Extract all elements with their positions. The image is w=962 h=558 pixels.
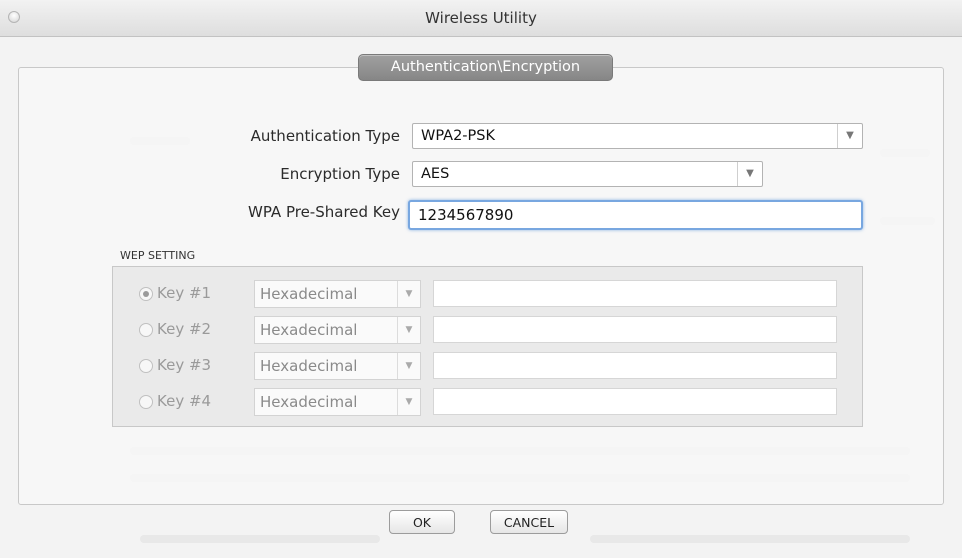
- enc-type-select[interactable]: AES ▼: [412, 161, 763, 187]
- background-ghost: [590, 535, 910, 543]
- enc-type-label: Encryption Type: [280, 165, 400, 183]
- psk-input[interactable]: [408, 200, 863, 230]
- key4-format-select[interactable]: Hexadecimal ▼: [254, 388, 421, 416]
- key3-radio[interactable]: [139, 359, 153, 373]
- key4-label: Key #4: [157, 392, 212, 410]
- auth-type-select[interactable]: WPA2-PSK ▼: [412, 123, 863, 149]
- key1-label: Key #1: [157, 284, 212, 302]
- auth-type-value: WPA2-PSK: [421, 128, 495, 144]
- key3-label: Key #3: [157, 356, 212, 374]
- wep-key-row: Key #2 Hexadecimal ▼: [113, 315, 862, 345]
- auth-type-label: Authentication Type: [250, 127, 400, 145]
- background-ghost: [140, 535, 380, 543]
- wep-setting-label: WEP SETTING: [120, 249, 196, 262]
- key4-value-input[interactable]: [433, 388, 837, 415]
- chevron-down-icon: ▼: [397, 353, 420, 379]
- cancel-button[interactable]: CANCEL: [490, 510, 568, 534]
- wep-key-row: Key #4 Hexadecimal ▼: [113, 387, 862, 417]
- wep-setting-group: Key #1 Hexadecimal ▼ Key #2 Hexadecimal …: [112, 266, 863, 427]
- chevron-down-icon: ▼: [837, 124, 862, 148]
- enc-type-value: AES: [421, 166, 450, 182]
- key2-label: Key #2: [157, 320, 212, 338]
- key2-value-input[interactable]: [433, 316, 837, 343]
- ok-button[interactable]: OK: [389, 510, 455, 534]
- key3-format-value: Hexadecimal: [260, 357, 358, 375]
- key2-format-value: Hexadecimal: [260, 321, 358, 339]
- key3-format-select[interactable]: Hexadecimal ▼: [254, 352, 421, 380]
- wep-key-row: Key #3 Hexadecimal ▼: [113, 351, 862, 381]
- window-content: Authentication\Encryption Authentication…: [0, 37, 962, 558]
- chevron-down-icon: ▼: [397, 281, 420, 307]
- tab-authentication-encryption[interactable]: Authentication\Encryption: [358, 54, 613, 81]
- chevron-down-icon: ▼: [397, 317, 420, 343]
- key3-value-input[interactable]: [433, 352, 837, 379]
- key1-format-select[interactable]: Hexadecimal ▼: [254, 280, 421, 308]
- key4-radio[interactable]: [139, 395, 153, 409]
- window-title: Wireless Utility: [425, 9, 537, 27]
- key4-format-value: Hexadecimal: [260, 393, 358, 411]
- key1-format-value: Hexadecimal: [260, 285, 358, 303]
- chevron-down-icon: ▼: [737, 162, 762, 186]
- psk-label: WPA Pre-Shared Key: [248, 203, 400, 221]
- chevron-down-icon: ▼: [397, 389, 420, 415]
- key2-radio[interactable]: [139, 323, 153, 337]
- key2-format-select[interactable]: Hexadecimal ▼: [254, 316, 421, 344]
- title-bar: Wireless Utility: [0, 0, 962, 37]
- key1-radio[interactable]: [139, 287, 153, 301]
- wep-key-row: Key #1 Hexadecimal ▼: [113, 279, 862, 309]
- key1-value-input[interactable]: [433, 280, 837, 307]
